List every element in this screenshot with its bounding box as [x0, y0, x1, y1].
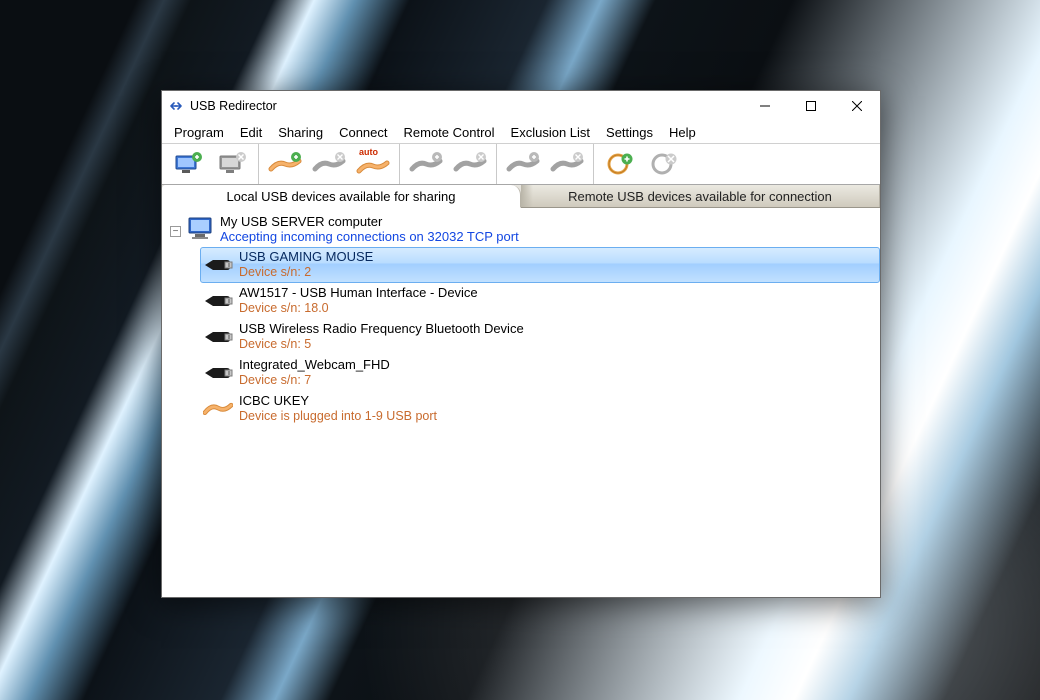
usb-plug-icon — [203, 288, 233, 314]
device-subtext: Device s/n: 7 — [239, 373, 390, 389]
tb-auto-share[interactable]: auto — [352, 145, 394, 183]
tb-allow-device[interactable] — [599, 145, 641, 183]
usb-plug-icon — [203, 360, 233, 386]
menu-help[interactable]: Help — [661, 123, 704, 142]
menu-edit[interactable]: Edit — [232, 123, 270, 142]
tab-bar: Local USB devices available for sharing … — [162, 185, 880, 208]
menu-remote-control[interactable]: Remote Control — [396, 123, 503, 142]
device-row[interactable]: Integrated_Webcam_FHDDevice s/n: 7 — [200, 355, 880, 391]
tb-unshare-device[interactable] — [308, 145, 350, 183]
computer-icon — [186, 214, 214, 242]
menu-settings[interactable]: Settings — [598, 123, 661, 142]
tb-unshare-computer[interactable] — [211, 145, 253, 183]
root-status: Accepting incoming connections on 32032 … — [220, 229, 519, 244]
device-subtext: Device s/n: 18.0 — [239, 301, 478, 317]
menu-exclusion-list[interactable]: Exclusion List — [503, 123, 598, 142]
device-subtext: Device s/n: 5 — [239, 337, 524, 353]
minimize-button[interactable] — [742, 91, 788, 121]
auto-label: auto — [359, 147, 378, 157]
tab-local-devices[interactable]: Local USB devices available for sharing — [162, 185, 521, 208]
close-button[interactable] — [834, 91, 880, 121]
tb-disconnect-device[interactable] — [449, 145, 491, 183]
menubar: Program Edit Sharing Connect Remote Cont… — [162, 121, 880, 143]
tb-connect-device[interactable] — [405, 145, 447, 183]
device-name: ICBC UKEY — [239, 393, 437, 409]
maximize-button[interactable] — [788, 91, 834, 121]
tree-collapse-icon[interactable]: − — [170, 226, 181, 237]
app-window: USB Redirector Program Edit Sharing Conn… — [161, 90, 881, 598]
device-row[interactable]: AW1517 - USB Human Interface - DeviceDev… — [200, 283, 880, 319]
device-name: AW1517 - USB Human Interface - Device — [239, 285, 478, 301]
tb-share-device[interactable] — [264, 145, 306, 183]
menu-program[interactable]: Program — [166, 123, 232, 142]
root-title: My USB SERVER computer — [220, 214, 519, 229]
device-name: USB GAMING MOUSE — [239, 249, 373, 265]
device-subtext: Device s/n: 2 — [239, 265, 373, 281]
menu-connect[interactable]: Connect — [331, 123, 395, 142]
tb-share-computer[interactable] — [167, 145, 209, 183]
tree-root[interactable]: − My USB SERVER computer Accepting incom… — [162, 212, 880, 247]
device-name: Integrated_Webcam_FHD — [239, 357, 390, 373]
device-row[interactable]: USB GAMING MOUSEDevice s/n: 2 — [200, 247, 880, 283]
tb-remove-remote[interactable] — [546, 145, 588, 183]
device-tree[interactable]: − My USB SERVER computer Accepting incom… — [162, 208, 880, 597]
device-row[interactable]: USB Wireless Radio Frequency Bluetooth D… — [200, 319, 880, 355]
usb-plug-icon — [203, 324, 233, 350]
tab-remote-devices[interactable]: Remote USB devices available for connect… — [521, 185, 880, 207]
device-row[interactable]: ICBC UKEYDevice is plugged into 1-9 USB … — [200, 391, 880, 427]
tb-add-remote[interactable] — [502, 145, 544, 183]
device-name: USB Wireless Radio Frequency Bluetooth D… — [239, 321, 524, 337]
toolbar: auto — [162, 143, 880, 185]
device-subtext: Device is plugged into 1-9 USB port — [239, 409, 437, 425]
window-title: USB Redirector — [190, 99, 277, 113]
menu-sharing[interactable]: Sharing — [270, 123, 331, 142]
tb-deny-device[interactable] — [643, 145, 685, 183]
titlebar[interactable]: USB Redirector — [162, 91, 880, 121]
hand-share-icon — [203, 395, 233, 421]
usb-plug-icon — [203, 252, 233, 278]
app-icon — [168, 98, 184, 114]
